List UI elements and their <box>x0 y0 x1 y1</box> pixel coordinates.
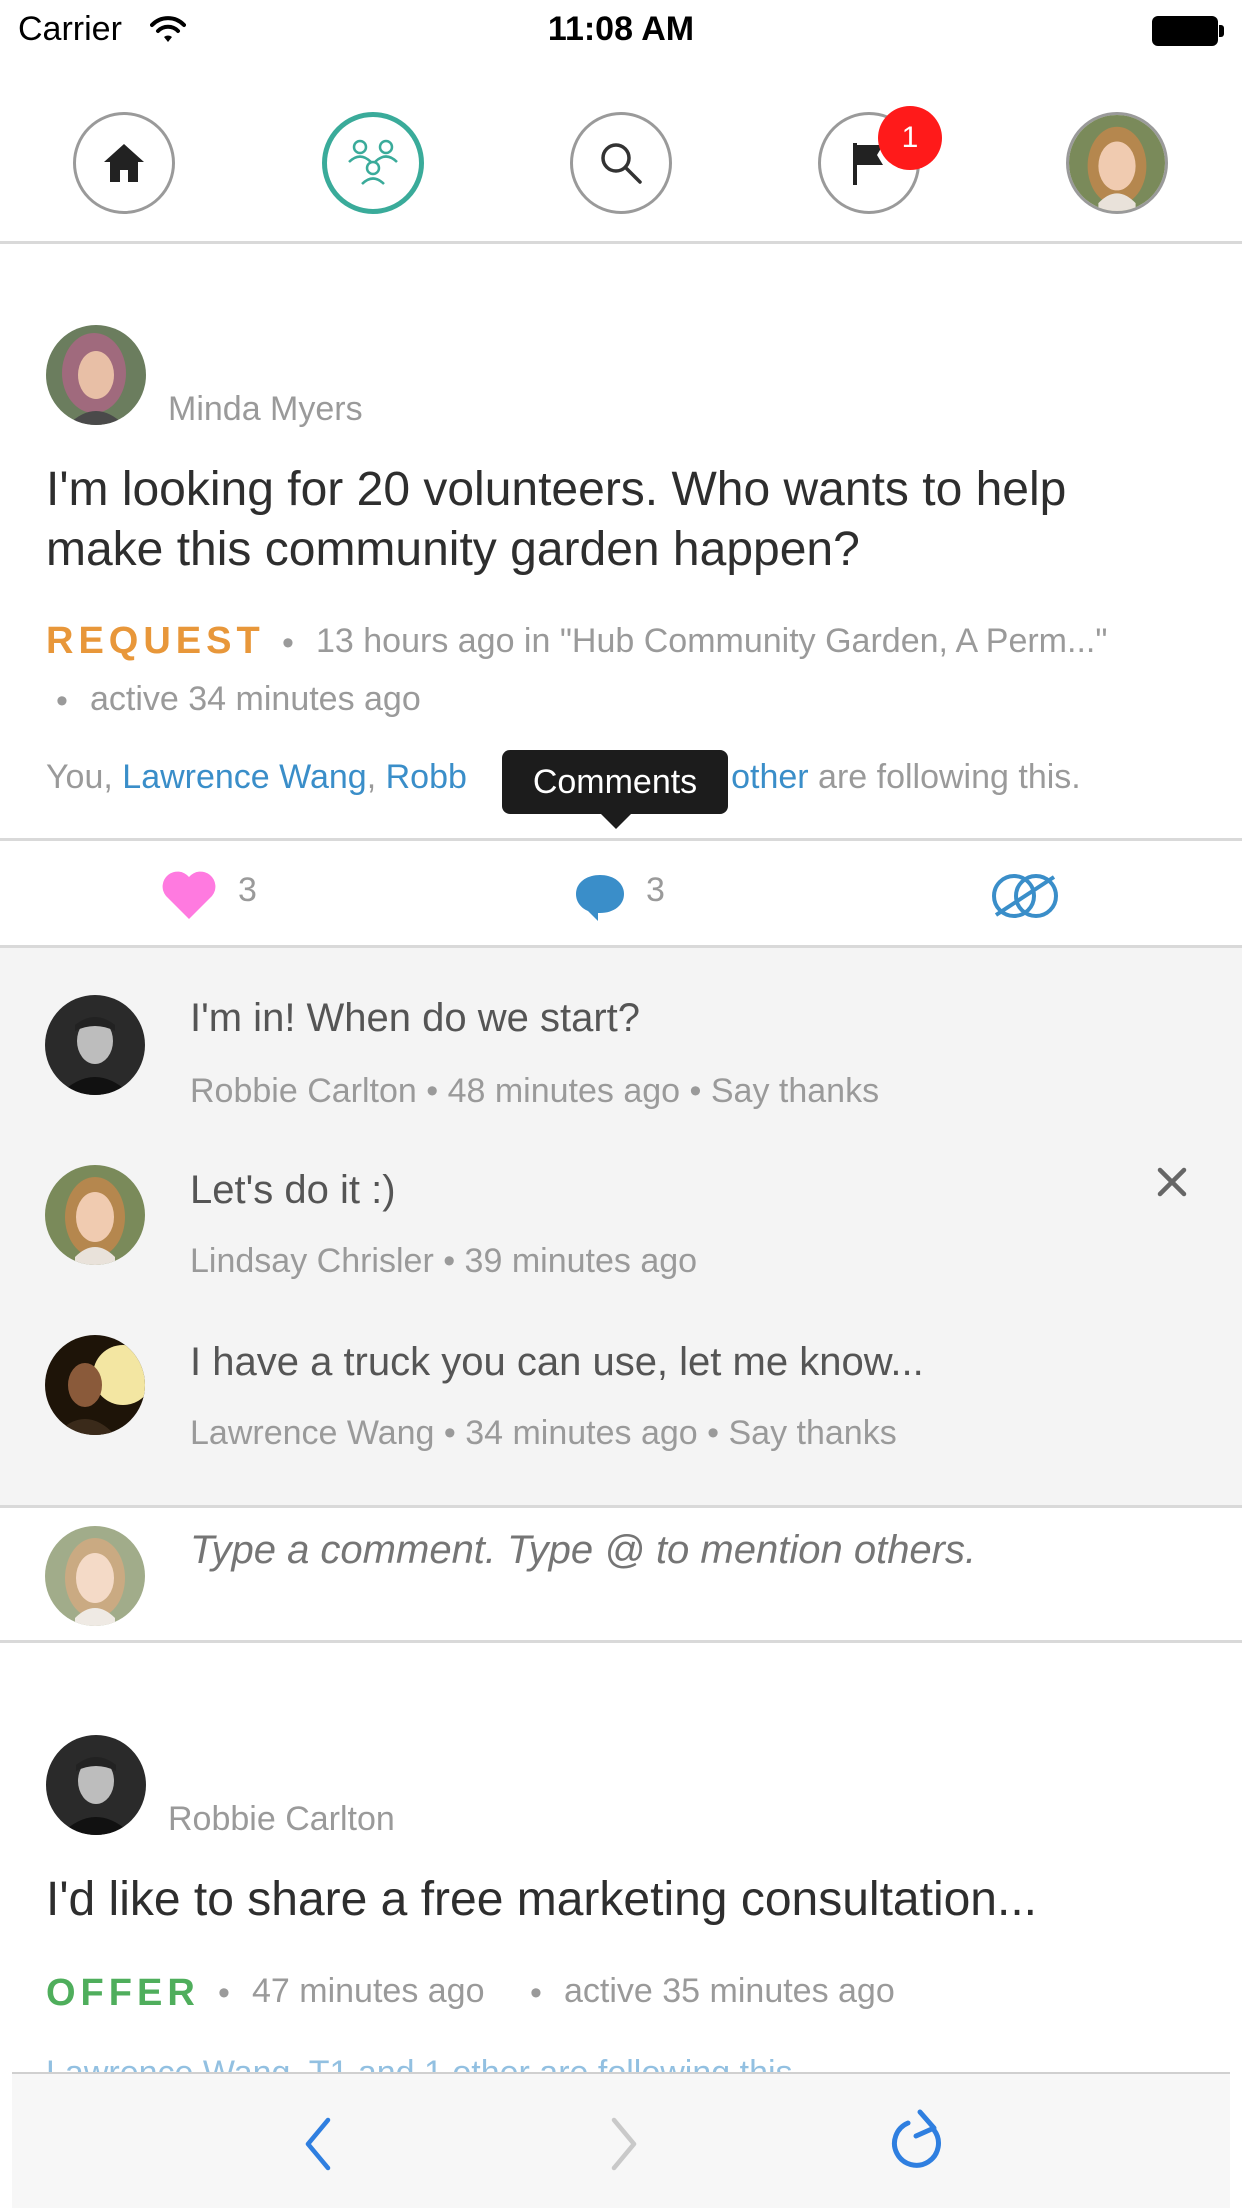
followers-suffix: are following this. <box>818 758 1081 796</box>
home-icon <box>104 144 144 182</box>
post-posted-time: 13 hours ago in "Hub Community Garden, A… <box>316 622 1108 660</box>
back-icon[interactable] <box>298 2114 338 2174</box>
meta-dot: • <box>218 1974 230 2012</box>
comment-text: Let's do it :) <box>190 1168 396 1212</box>
meta-dot: • <box>530 1974 542 2012</box>
comment-meta[interactable]: Robbie Carlton • 48 minutes ago • Say th… <box>190 1072 879 1111</box>
comment-text: I have a truck you can use, let me know.… <box>190 1340 924 1384</box>
notification-badge: 1 <box>878 106 942 170</box>
comment-count: 3 <box>646 871 665 909</box>
close-icon[interactable] <box>1152 1162 1192 1202</box>
communities-button[interactable] <box>322 112 424 214</box>
status-bar: Carrier 11:08 AM <box>0 0 1242 62</box>
comment-icon[interactable] <box>574 871 626 923</box>
home-button[interactable] <box>73 112 175 214</box>
profile-button[interactable] <box>1066 112 1168 214</box>
avatar[interactable] <box>45 1335 145 1435</box>
post-active-time: active 35 minutes ago <box>564 1972 895 2010</box>
browser-toolbar <box>12 2072 1230 2208</box>
post-title[interactable]: I'm looking for 20 volunteers. Who wants… <box>46 460 1196 580</box>
post-posted-time: 47 minutes ago <box>252 1972 485 2010</box>
forward-icon[interactable] <box>604 2114 644 2174</box>
avatar <box>1069 115 1165 211</box>
post-author[interactable]: Robbie Carlton <box>168 1800 395 1839</box>
comment-meta: Lindsay Chrisler • 39 minutes ago <box>190 1242 698 1280</box>
clock: 11:08 AM <box>547 10 695 48</box>
meta-dot: • <box>282 624 294 662</box>
post-author[interactable]: Minda Myers <box>168 390 363 429</box>
post-action-bar: 3 3 <box>0 838 1242 948</box>
post-active-time: active 34 minutes ago <box>90 680 421 718</box>
comment-text: I'm in! When do we start? <box>190 996 641 1040</box>
avatar[interactable] <box>46 1735 146 1835</box>
reload-icon[interactable] <box>886 2108 950 2178</box>
search-icon <box>601 143 642 184</box>
post-type-label: OFFER <box>46 1972 200 2014</box>
avatar[interactable] <box>45 995 145 1095</box>
search-button[interactable] <box>570 112 672 214</box>
comment-composer <box>0 1508 1242 1643</box>
battery-icon <box>1152 16 1224 46</box>
post-title[interactable]: I'd like to share a free marketing consu… <box>46 1870 1196 1930</box>
comment-input[interactable] <box>190 1528 1190 1573</box>
avatar <box>45 1526 145 1626</box>
tooltip-arrow <box>600 813 632 829</box>
follow-icon[interactable] <box>990 871 1060 921</box>
like-count: 3 <box>238 871 257 909</box>
follower-link-robbie[interactable]: Robb <box>386 758 467 796</box>
community-icon <box>348 139 398 185</box>
top-nav: 1 <box>0 62 1242 244</box>
avatar[interactable] <box>46 325 146 425</box>
heart-icon[interactable] <box>160 869 218 921</box>
meta-dot: • <box>56 682 68 720</box>
avatar[interactable] <box>45 1165 145 1265</box>
follower-link-lawrence[interactable]: Lawrence Wang <box>122 758 366 796</box>
post-type-label: REQUEST <box>46 620 265 662</box>
comments-tooltip: Comments <box>502 750 728 814</box>
comment-meta[interactable]: Lawrence Wang • 34 minutes ago • Say tha… <box>190 1414 897 1453</box>
followers-you: You, <box>46 758 113 796</box>
